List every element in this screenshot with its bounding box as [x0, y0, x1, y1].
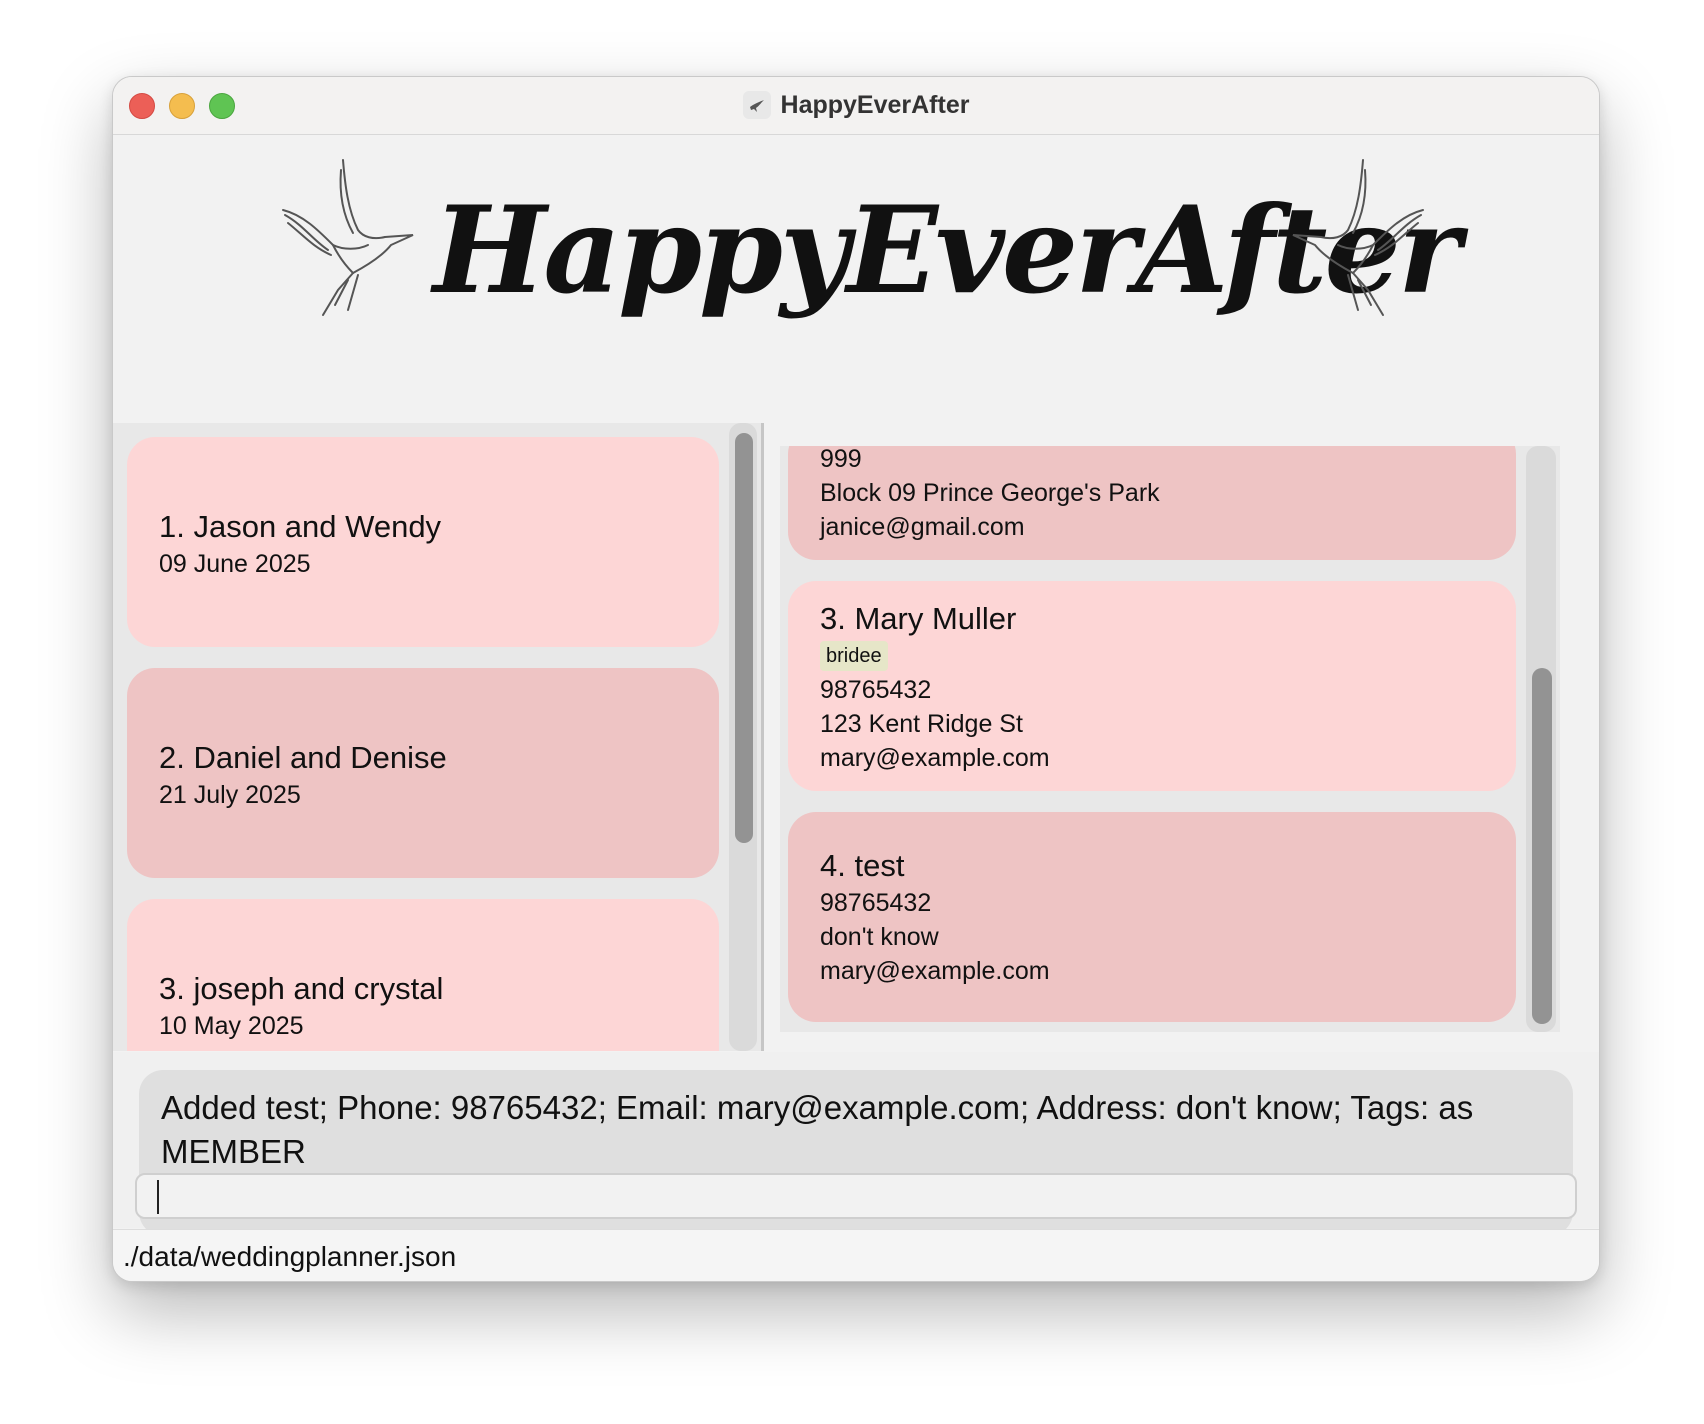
person-email: janice@gmail.com [820, 513, 1025, 541]
person-list-scrollbar[interactable] [1526, 446, 1556, 1032]
status-bar: ./data/weddingplanner.json [113, 1229, 1599, 1281]
person-phone: 98765432 [820, 676, 932, 704]
wedding-card[interactable]: 1. Jason and Wendy 09 June 2025 [127, 437, 719, 647]
person-address: don't know [820, 923, 939, 951]
person-email: mary@example.com [820, 957, 1050, 985]
wedding-list-scrollbar[interactable] [729, 423, 757, 1051]
person-phone: 98765432 [820, 889, 932, 917]
wedding-date: 10 May 2025 [159, 1012, 304, 1040]
person-address: Block 09 Prince George's Park [820, 479, 1160, 507]
command-input[interactable] [135, 1173, 1577, 1219]
dove-icon [282, 159, 414, 316]
wedding-date: 09 June 2025 [159, 550, 311, 578]
wedding-list-panel[interactable]: 1. Jason and Wendy 09 June 2025 2. Danie… [113, 423, 761, 1051]
person-phone: 999 [820, 446, 862, 473]
wedding-card[interactable]: 2. Daniel and Denise 21 July 2025 [127, 668, 719, 878]
person-card[interactable]: 999 Block 09 Prince George's Park janice… [788, 446, 1516, 560]
wedding-list-scroll-thumb[interactable] [735, 433, 753, 843]
save-location-path: ./data/weddingplanner.json [123, 1241, 457, 1272]
title-bar: HappyEverAfter [113, 77, 1599, 135]
person-list-scroll-thumb[interactable] [1532, 668, 1552, 1024]
banner-title: HappyEverAfter [433, 180, 1461, 321]
wedding-title: 1. Jason and Wendy [159, 509, 442, 544]
person-card[interactable]: 4. test 98765432 don't know mary@example… [788, 812, 1516, 1022]
person-name: 4. test [820, 848, 905, 883]
wedding-title: 2. Daniel and Denise [159, 740, 447, 775]
wedding-date: 21 July 2025 [159, 781, 301, 809]
app-window: HappyEverAfter HappyEverAfter 1. Jason a… [112, 76, 1600, 1282]
person-email: mary@example.com [820, 744, 1050, 772]
person-name: 3. Mary Muller [820, 601, 1017, 636]
text-cursor [157, 1180, 159, 1214]
wedding-title: 3. joseph and crystal [159, 971, 444, 1006]
app-icon [742, 91, 771, 119]
window-title: HappyEverAfter [780, 90, 970, 119]
person-card[interactable]: 3. Mary Muller bridee 98765432 123 Kent … [788, 581, 1516, 791]
wedding-card[interactable]: 3. joseph and crystal 10 May 2025 [127, 899, 719, 1051]
banner: HappyEverAfter [113, 135, 1599, 424]
person-list[interactable]: 999 Block 09 Prince George's Park janice… [780, 446, 1560, 1032]
person-list-panel[interactable]: 999 Block 09 Prince George's Park janice… [764, 423, 1599, 1051]
person-address: 123 Kent Ridge St [820, 710, 1023, 738]
dove-icon [1292, 159, 1424, 316]
person-tag: bridee [820, 641, 888, 671]
window-title-group: HappyEverAfter [113, 87, 1599, 123]
